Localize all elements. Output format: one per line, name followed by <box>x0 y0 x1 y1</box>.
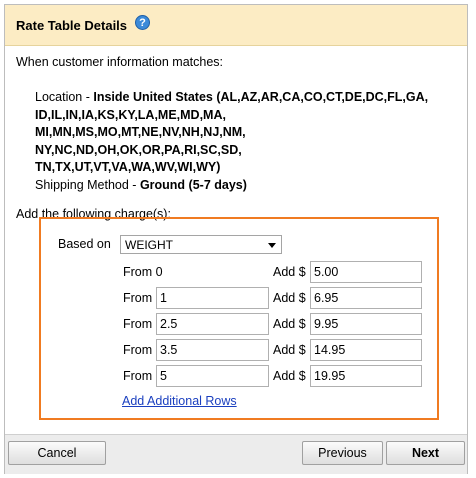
from-weight-input[interactable]: 2.5 <box>156 313 269 335</box>
row-from-label: From <box>123 291 153 305</box>
add-amount-input[interactable]: 9.95 <box>310 313 422 335</box>
row-from-label: From 0 <box>123 265 163 279</box>
based-on-label: Based on <box>58 237 111 251</box>
chevron-down-icon <box>268 243 276 248</box>
shipping-label: Shipping Method - <box>35 177 140 192</box>
row-add-label: Add $ <box>273 317 306 331</box>
row-add-label: Add $ <box>273 265 306 279</box>
add-amount-input[interactable]: 5.00 <box>310 261 422 283</box>
from-weight-input[interactable]: 1 <box>156 287 269 309</box>
row-from-label: From <box>123 343 153 357</box>
rate-table-details-panel: Rate Table Details ? When customer infor… <box>4 4 468 474</box>
based-on-select[interactable]: WEIGHT <box>120 235 282 254</box>
states-line-1: (AL,AZ,AR,CA,CO,CT,DE,DC,FL,GA, <box>212 90 429 104</box>
add-amount-input[interactable]: 14.95 <box>310 339 422 361</box>
from-weight-input[interactable]: 3.5 <box>156 339 269 361</box>
states-line-3: MI,MN,MS,MO,MT,NE,NV,NH,NJ,NM, <box>35 125 246 139</box>
add-additional-rows-link[interactable]: Add Additional Rows <box>122 394 237 408</box>
page-title: Rate Table Details <box>16 18 128 33</box>
row-from-label: From <box>123 369 153 383</box>
row-add-label: Add $ <box>273 291 306 305</box>
based-on-value: WEIGHT <box>125 238 173 252</box>
criteria-summary: Location - Inside United States (AL,AZ,A… <box>35 89 465 194</box>
help-icon[interactable]: ? <box>135 15 150 30</box>
location-label: Location - <box>35 90 94 104</box>
location-scope: Inside United States <box>93 90 213 104</box>
add-amount-input[interactable]: 6.95 <box>310 287 422 309</box>
panel-header: Rate Table Details ? <box>5 5 467 46</box>
row-add-label: Add $ <box>273 369 306 383</box>
intro-text: When customer information matches: <box>16 55 224 69</box>
row-add-label: Add $ <box>273 343 306 357</box>
states-line-5: TN,TX,UT,VT,VA,WA,WV,WI,WY) <box>35 160 221 174</box>
shipping-value: Ground (5-7 days) <box>139 177 247 192</box>
states-line-2: ID,IL,IN,IA,KS,KY,LA,ME,MD,MA, <box>35 107 226 122</box>
next-button[interactable]: Next <box>386 441 465 465</box>
cancel-button[interactable]: Cancel <box>8 441 106 465</box>
from-weight-input[interactable]: 5 <box>156 365 269 387</box>
previous-button[interactable]: Previous <box>302 441 383 465</box>
states-line-4: NY,NC,ND,OH,OK,OR,PA,RI,SC,SD, <box>35 142 242 157</box>
add-amount-input[interactable]: 19.95 <box>310 365 422 387</box>
panel-footer: Cancel Previous Next <box>5 434 467 474</box>
row-from-label: From <box>123 317 153 331</box>
